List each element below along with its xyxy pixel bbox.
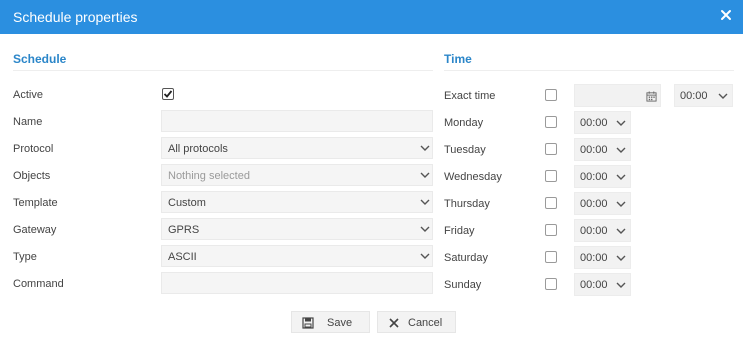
protocol-label: Protocol xyxy=(13,143,54,155)
template-value: Custom xyxy=(168,197,206,209)
chevron-down-icon xyxy=(616,201,626,207)
chevron-down-icon xyxy=(420,253,430,259)
template-label: Template xyxy=(13,197,58,209)
chevron-down-icon xyxy=(616,228,626,234)
dialog-title-bar: Schedule properties xyxy=(0,0,743,34)
sunday-time-select[interactable]: 00:00 xyxy=(574,273,631,296)
chevron-down-icon xyxy=(616,147,626,153)
active-checkbox[interactable] xyxy=(162,88,174,100)
day-label-saturday: Saturday xyxy=(444,252,489,264)
cancel-button[interactable]: Cancel xyxy=(377,311,456,333)
schedule-divider xyxy=(13,70,433,71)
sunday-time-value: 00:00 xyxy=(580,279,608,291)
type-select[interactable]: ASCII xyxy=(161,245,433,267)
wednesday-time-select[interactable]: 00:00 xyxy=(574,165,631,188)
template-select[interactable]: Custom xyxy=(161,191,433,213)
sunday-checkbox[interactable] xyxy=(545,278,557,290)
chevron-down-icon xyxy=(420,172,430,178)
day-label-wednesday: Wednesday xyxy=(444,171,502,183)
calendar-icon[interactable] xyxy=(646,91,657,102)
name-label: Name xyxy=(13,116,43,128)
command-label: Command xyxy=(13,278,64,290)
monday-time-select[interactable]: 00:00 xyxy=(574,111,631,134)
chevron-down-icon xyxy=(420,145,430,151)
close-icon[interactable] xyxy=(719,8,733,22)
tuesday-time-select[interactable]: 00:00 xyxy=(574,138,631,161)
chevron-down-icon xyxy=(616,282,626,288)
friday-checkbox[interactable] xyxy=(545,224,557,236)
chevron-down-icon xyxy=(616,120,626,126)
day-label-monday: Monday xyxy=(444,117,484,129)
protocol-select[interactable]: All protocols xyxy=(161,137,433,159)
exact-time-label: Exact time xyxy=(444,90,496,102)
floppy-disk-icon xyxy=(302,317,314,329)
exact-time-checkbox[interactable] xyxy=(545,89,557,101)
time-heading: Time xyxy=(444,52,472,66)
objects-label: Objects xyxy=(13,170,51,182)
chevron-down-icon xyxy=(420,199,430,205)
time-divider xyxy=(444,70,734,71)
exact-date-input[interactable] xyxy=(574,84,661,107)
exact-time-value: 00:00 xyxy=(680,90,708,102)
saturday-time-value: 00:00 xyxy=(580,252,608,264)
friday-time-value: 00:00 xyxy=(580,225,608,237)
command-input[interactable] xyxy=(161,272,433,294)
saturday-checkbox[interactable] xyxy=(545,251,557,263)
day-label-friday: Friday xyxy=(444,225,475,237)
objects-placeholder: Nothing selected xyxy=(168,170,250,182)
save-button[interactable]: Save xyxy=(291,311,370,333)
tuesday-time-value: 00:00 xyxy=(580,144,608,156)
gateway-value: GPRS xyxy=(168,224,200,236)
thursday-checkbox[interactable] xyxy=(545,197,557,209)
type-label: Type xyxy=(13,251,37,263)
chevron-down-icon xyxy=(616,174,626,180)
name-input[interactable] xyxy=(161,110,433,132)
chevron-down-icon xyxy=(420,226,430,232)
schedule-heading: Schedule xyxy=(13,52,67,66)
tuesday-checkbox[interactable] xyxy=(545,143,557,155)
checkmark-icon xyxy=(163,90,173,98)
type-value: ASCII xyxy=(168,251,197,263)
thursday-time-value: 00:00 xyxy=(580,198,608,210)
wednesday-checkbox[interactable] xyxy=(545,170,557,182)
chevron-down-icon xyxy=(616,255,626,261)
objects-select[interactable]: Nothing selected xyxy=(161,164,433,186)
dialog-title: Schedule properties xyxy=(13,9,138,25)
wednesday-time-value: 00:00 xyxy=(580,171,608,183)
exact-time-select[interactable]: 00:00 xyxy=(674,84,733,107)
monday-time-value: 00:00 xyxy=(580,117,608,129)
day-label-thursday: Thursday xyxy=(444,198,490,210)
chevron-down-icon xyxy=(718,93,728,99)
gateway-select[interactable]: GPRS xyxy=(161,218,433,240)
saturday-time-select[interactable]: 00:00 xyxy=(574,246,631,269)
save-label: Save xyxy=(327,317,353,329)
active-label: Active xyxy=(13,89,43,101)
protocol-value: All protocols xyxy=(168,143,228,155)
thursday-time-select[interactable]: 00:00 xyxy=(574,192,631,215)
monday-checkbox[interactable] xyxy=(545,116,557,128)
day-label-tuesday: Tuesday xyxy=(444,144,486,156)
cancel-label: Cancel xyxy=(408,317,443,329)
day-label-sunday: Sunday xyxy=(444,279,482,291)
gateway-label: Gateway xyxy=(13,224,57,236)
friday-time-select[interactable]: 00:00 xyxy=(574,219,631,242)
x-icon xyxy=(389,318,399,328)
